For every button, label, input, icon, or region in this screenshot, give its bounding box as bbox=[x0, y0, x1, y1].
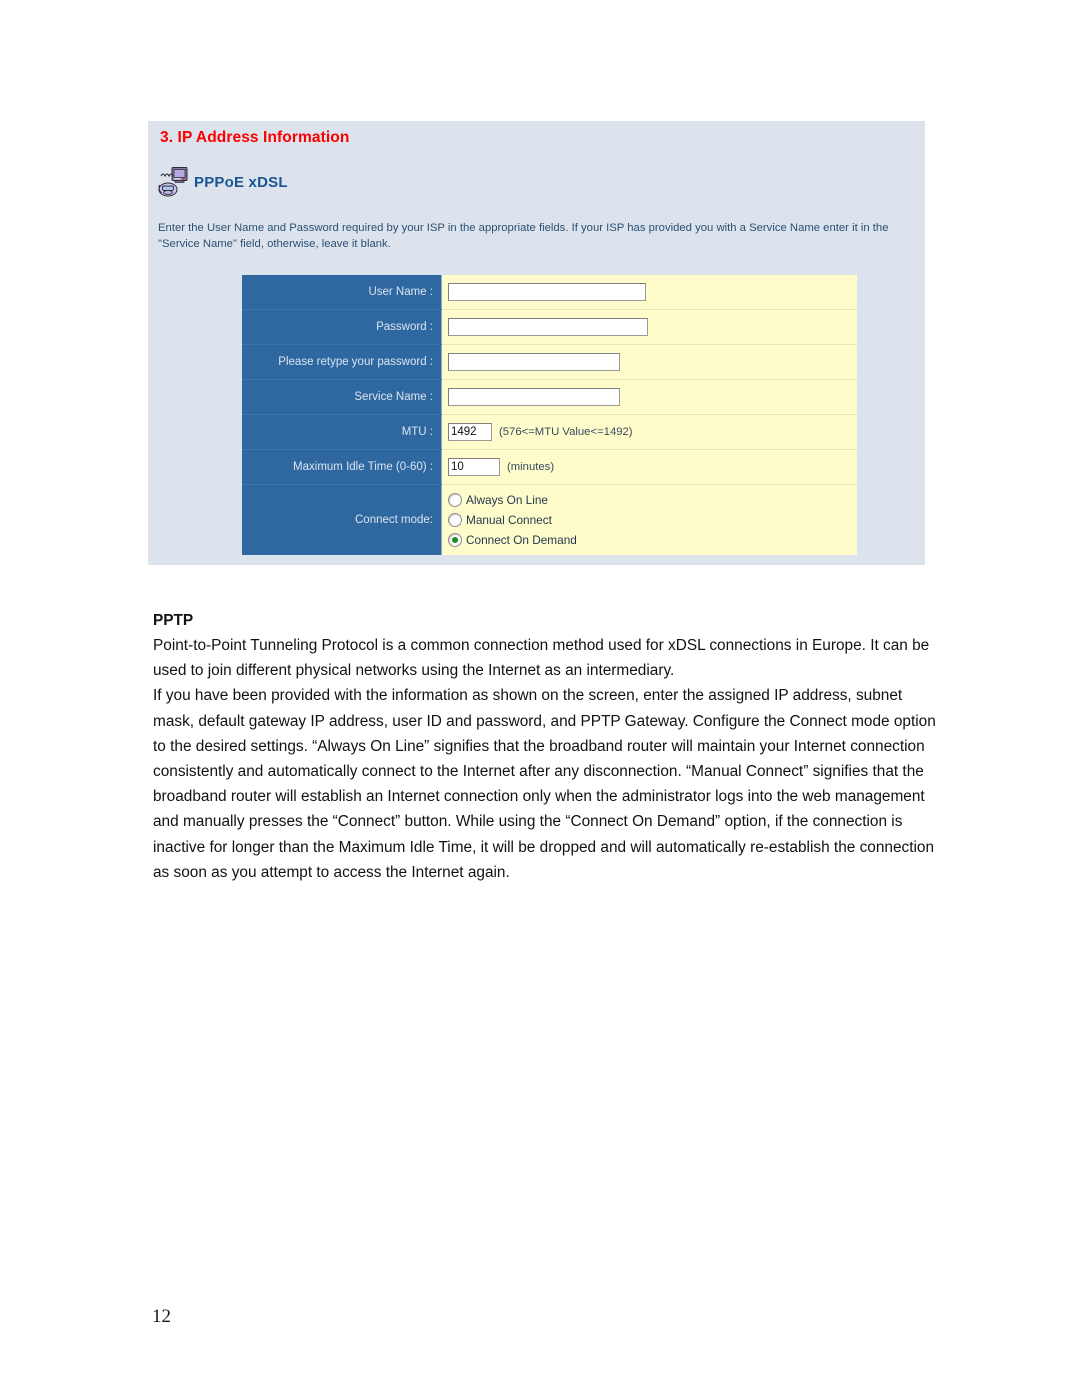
minutes-hint: (minutes) bbox=[507, 460, 555, 473]
label-service-name: Service Name : bbox=[242, 379, 442, 415]
radio-option-always-on-line[interactable]: Always On Line bbox=[448, 490, 857, 510]
table-row-mtu: MTU : (576<=MTU Value<=1492) bbox=[242, 414, 857, 450]
pptp-heading: PPTP bbox=[153, 612, 194, 629]
pptp-paragraph-2: If you have been provided with the infor… bbox=[153, 687, 936, 881]
intro-description: Enter the User Name and Password require… bbox=[158, 222, 889, 250]
page-number: 12 bbox=[152, 1306, 171, 1327]
service-name-input[interactable] bbox=[448, 387, 620, 406]
table-row-user-name: User Name : bbox=[242, 275, 857, 310]
table-row-retype-password: Please retype your password : bbox=[242, 344, 857, 380]
label-user-name: User Name : bbox=[242, 275, 442, 310]
pptp-paragraph-1: Point-to-Point Tunneling Protocol is a c… bbox=[153, 637, 930, 680]
table-row-max-idle-time: Maximum Idle Time (0-60) : (minutes) bbox=[242, 449, 857, 485]
mtu-input[interactable] bbox=[448, 422, 492, 441]
table-row-connect-mode: Connect mode: Always On Line Manual Conn… bbox=[242, 484, 857, 555]
label-mtu: MTU : bbox=[242, 414, 442, 450]
radio-icon-manual-connect[interactable] bbox=[448, 513, 462, 527]
radio-label-connect-on-demand: Connect On Demand bbox=[466, 533, 577, 547]
mtu-range-hint: (576<=MTU Value<=1492) bbox=[499, 425, 633, 438]
label-password: Password : bbox=[242, 309, 442, 345]
modem-phone-icon bbox=[156, 165, 190, 199]
radio-icon-always-on-line[interactable] bbox=[448, 493, 462, 507]
label-connect-mode: Connect mode: bbox=[242, 484, 442, 555]
radio-label-manual-connect: Manual Connect bbox=[466, 513, 552, 527]
radio-option-connect-on-demand[interactable]: Connect On Demand bbox=[448, 530, 857, 550]
table-row-service-name: Service Name : bbox=[242, 379, 857, 415]
router-ui-screenshot-panel: 3. IP Address Information PPPoE xDSL Ent… bbox=[148, 121, 925, 565]
document-body: PPTP Point-to-Point Tunneling Protocol i… bbox=[153, 608, 943, 885]
protocol-header: PPPoE xDSL bbox=[156, 165, 288, 199]
radio-label-always-on-line: Always On Line bbox=[466, 493, 548, 507]
label-max-idle-time: Maximum Idle Time (0-60) : bbox=[242, 449, 442, 485]
radio-icon-connect-on-demand[interactable] bbox=[448, 533, 462, 547]
radio-option-manual-connect[interactable]: Manual Connect bbox=[448, 510, 857, 530]
label-retype-password: Please retype your password : bbox=[242, 344, 442, 380]
password-input[interactable] bbox=[448, 317, 648, 336]
retype-password-input[interactable] bbox=[448, 352, 620, 371]
table-row-password: Password : bbox=[242, 309, 857, 345]
max-idle-time-input[interactable] bbox=[448, 457, 500, 476]
pppoe-settings-table: User Name : Password : Please retype you… bbox=[242, 275, 857, 555]
protocol-label: PPPoE xDSL bbox=[194, 173, 288, 191]
section-title: 3. IP Address Information bbox=[160, 129, 350, 146]
user-name-input[interactable] bbox=[448, 282, 646, 301]
